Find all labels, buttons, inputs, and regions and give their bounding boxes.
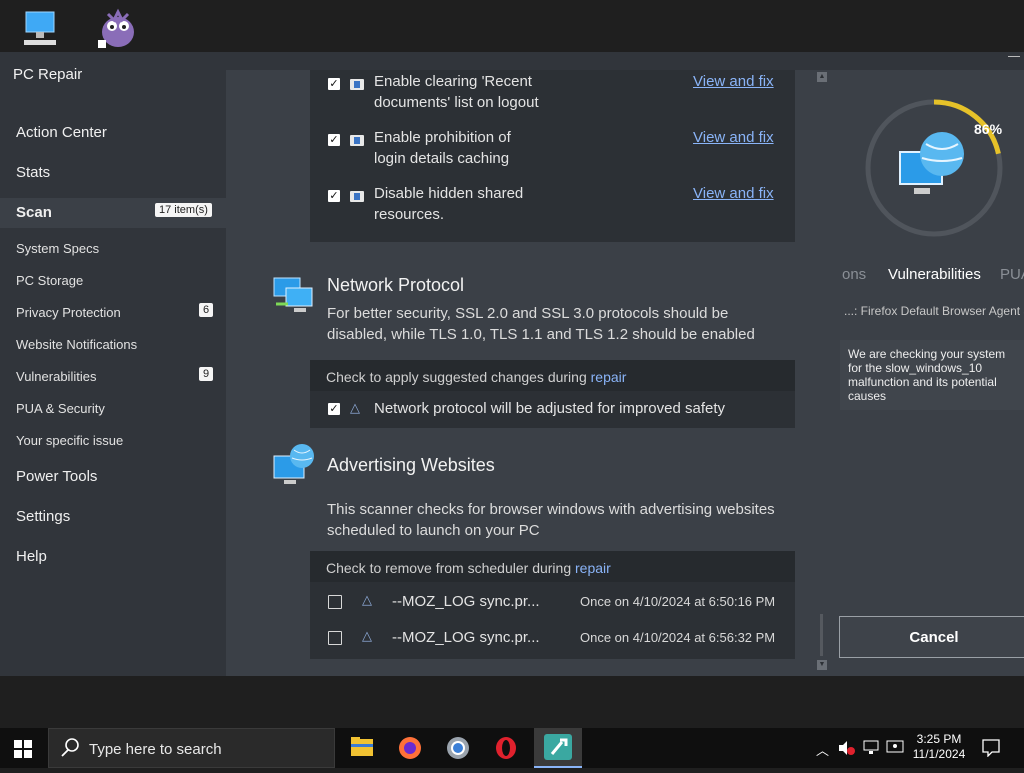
taskbar-search-box[interactable]: Type here to search: [48, 728, 335, 768]
scan-info-box: We are checking your system for the slow…: [840, 340, 1024, 410]
network-subheader-text: Check to apply suggested changes during …: [326, 369, 627, 385]
file-explorer-icon[interactable]: [338, 728, 386, 768]
pc-repair-window: PC Repair Action Center Stats Scan 17 it…: [0, 52, 1024, 676]
nav-vulnerabilities[interactable]: Vulnerabilities: [16, 369, 96, 384]
warning-icon: △: [362, 592, 372, 607]
display-icon[interactable]: [886, 740, 904, 756]
nav-power-tools[interactable]: Power Tools: [16, 468, 97, 485]
advertising-subheader-text: Check to remove from scheduler during re…: [326, 560, 611, 576]
sidebar: PC Repair Action Center Stats Scan 17 it…: [0, 52, 226, 676]
windows-start-icon[interactable]: [14, 740, 32, 758]
privacy-item-label: Enable prohibition of login details cachi…: [374, 129, 511, 167]
nav-pua-security[interactable]: PUA & Security: [16, 401, 105, 416]
network-icon: [272, 274, 318, 316]
notification-center-icon[interactable]: [982, 739, 1000, 758]
privacy-item-checkbox[interactable]: ✓: [328, 134, 340, 146]
nav-action-center[interactable]: Action Center: [16, 124, 107, 141]
privacy-count-badge: 6: [199, 303, 214, 317]
volume-muted-icon[interactable]: [838, 740, 856, 756]
cancel-button[interactable]: Cancel: [839, 616, 1024, 658]
privacy-item-label: Disable hidden shared resources.: [374, 185, 524, 223]
network-icon[interactable]: [862, 740, 880, 756]
firefox-icon[interactable]: [386, 728, 434, 768]
privacy-item-checkbox[interactable]: ✓: [328, 190, 340, 202]
view-and-fix-link[interactable]: View and fix: [693, 185, 774, 202]
scroll-down-button[interactable]: ▼: [817, 660, 827, 670]
character-desktop-icon[interactable]: [96, 6, 140, 50]
repair-link[interactable]: repair: [591, 369, 627, 385]
tab-vulnerabilities: Vulnerabilities: [888, 266, 981, 283]
nav-settings[interactable]: Settings: [16, 508, 70, 525]
nav-privacy-protection[interactable]: Privacy Protection: [16, 305, 121, 320]
pc-repair-taskbar-icon[interactable]: [534, 728, 582, 768]
search-icon: [61, 738, 79, 763]
taskbar-clock[interactable]: 3:25 PM 11/1/2024: [908, 732, 970, 762]
shield-icon: [350, 135, 364, 146]
network-protocol-title: Network Protocol: [327, 275, 465, 295]
minimize-button[interactable]: [1008, 56, 1020, 57]
advertising-websites-title: Advertising Websites: [327, 455, 495, 475]
nav-scan[interactable]: Scan: [16, 204, 52, 221]
advertising-row-checkbox[interactable]: [328, 631, 342, 645]
scroll-up-button[interactable]: ▲: [817, 72, 827, 82]
show-hidden-icons-chevron-icon[interactable]: ︿: [816, 740, 829, 759]
scan-count-badge: 17 item(s): [155, 203, 212, 217]
network-item-label: Network protocol will be adjusted for im…: [374, 400, 725, 417]
search-placeholder: Type here to search: [89, 741, 222, 758]
warning-icon: △: [350, 400, 360, 415]
advertising-row-checkbox[interactable]: [328, 595, 342, 609]
advertising-row-schedule: Once on 4/10/2024 at 6:50:16 PM: [580, 594, 776, 609]
privacy-item-label: Enable clearing 'Recent documents' list o…: [374, 73, 539, 111]
app-title: PC Repair: [13, 66, 83, 83]
chrome-icon[interactable]: [434, 728, 482, 768]
advertising-websites-description: This scanner checks for browser windows …: [327, 501, 775, 539]
tab-prev: ons: [842, 266, 867, 283]
clock-date: 11/1/2024: [912, 747, 966, 761]
clock-time: 3:25 PM: [916, 732, 962, 746]
nav-website-notifications[interactable]: Website Notifications: [16, 337, 137, 352]
desktop-background: [0, 676, 1024, 728]
tab-next: PUA: [1000, 266, 1024, 283]
nav-help[interactable]: Help: [16, 548, 47, 565]
privacy-item-checkbox[interactable]: ✓: [328, 78, 340, 90]
nav-pc-storage[interactable]: PC Storage: [16, 273, 83, 288]
globe-monitor-icon: [272, 442, 318, 488]
opera-icon[interactable]: [482, 728, 530, 768]
nav-stats[interactable]: Stats: [16, 164, 50, 181]
network-protocol-description: For better security, SSL 2.0 and SSL 3.0…: [327, 305, 755, 343]
view-and-fix-link[interactable]: View and fix: [693, 129, 774, 146]
desktop-area: [0, 0, 1024, 52]
vulnerabilities-count-badge: 9: [199, 367, 214, 381]
shield-icon: [350, 79, 364, 90]
repair-link[interactable]: repair: [575, 560, 611, 576]
advertising-row-schedule: Once on 4/10/2024 at 6:56:32 PM: [580, 630, 776, 645]
warning-icon: △: [362, 628, 372, 643]
nav-system-specs[interactable]: System Specs: [16, 241, 99, 256]
progress-percent: 86%: [974, 121, 1003, 137]
network-item-checkbox[interactable]: ✓: [328, 403, 340, 415]
shield-icon: [350, 191, 364, 202]
scrollbar-thumb[interactable]: [820, 614, 823, 656]
nav-your-specific-issue[interactable]: Your specific issue: [16, 433, 123, 448]
globe-monitor-icon: [896, 130, 972, 202]
current-scan-item: ...: Firefox Default Browser Agent 3: [844, 304, 1024, 318]
this-pc-desktop-icon[interactable]: [20, 8, 60, 48]
advertising-row-name: --MOZ_LOG sync.pr...: [392, 593, 540, 610]
view-and-fix-link[interactable]: View and fix: [693, 73, 774, 90]
taskbar: Type here to search ︿ 3:25 PM 11/1/2024: [0, 728, 1024, 768]
advertising-row-name: --MOZ_LOG sync.pr...: [392, 629, 540, 646]
